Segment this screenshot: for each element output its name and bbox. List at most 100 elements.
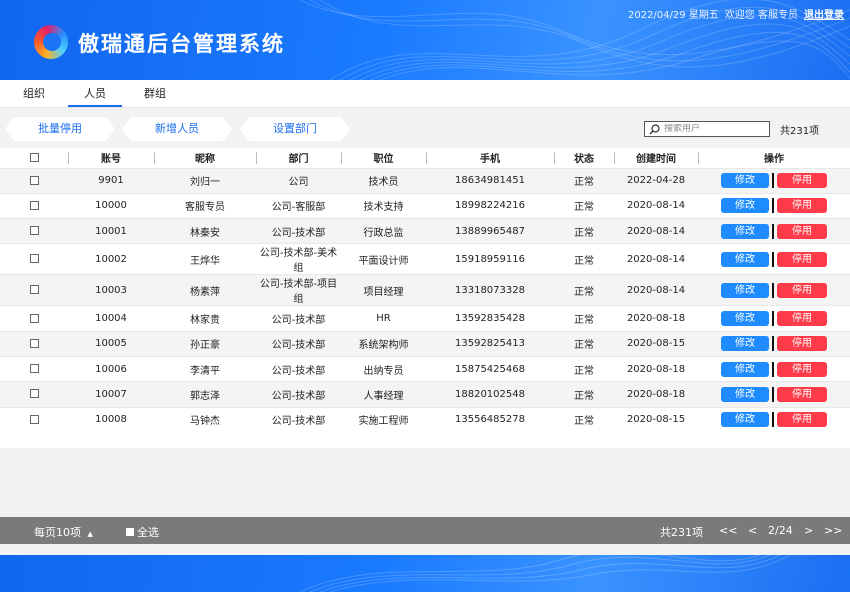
cell-position: 人事经理 <box>341 381 426 408</box>
disable-button[interactable]: 停用 <box>777 386 827 402</box>
row-checkbox[interactable] <box>29 285 39 295</box>
add-person-button[interactable]: 新增人员 <box>122 117 232 141</box>
footer-band <box>0 555 850 592</box>
cell-position: 技术员 <box>341 167 426 194</box>
table-row: 10001 林秦安 公司-技术部 行政总监 13889965487 正常 2020-08-1… <box>0 218 850 244</box>
set-department-button[interactable]: 设置部门 <box>240 117 350 141</box>
search-input[interactable] <box>664 124 764 134</box>
disable-button[interactable]: 停用 <box>777 361 827 377</box>
edit-button[interactable]: 修改 <box>721 173 769 189</box>
cell-position: 实施工程师 <box>341 406 426 433</box>
action-separator <box>772 198 774 214</box>
row-checkbox[interactable] <box>29 338 39 348</box>
app-header: 傲瑞通后台管理系统 2022/04/29 星期五 欢迎您 客服专员 退出登录 <box>0 0 850 80</box>
action-separator <box>772 223 774 239</box>
row-checkbox[interactable] <box>29 226 39 236</box>
cell-phone: 13592835428 <box>426 305 554 332</box>
user-table-container: 账号 昵称 部门 职位 手机 状态 创建时间 操作 9901 刘归一 公司 技术员 18… <box>0 148 850 448</box>
disable-button[interactable]: 停用 <box>777 173 827 189</box>
prev-page-button[interactable]: < <box>748 524 757 537</box>
edit-button[interactable]: 修改 <box>721 282 769 298</box>
row-actions: 修改 停用 <box>698 361 850 377</box>
edit-button[interactable]: 修改 <box>721 386 769 402</box>
row-actions: 修改 停用 <box>698 282 850 298</box>
action-separator <box>772 336 774 352</box>
cell-actions: 修改 停用 <box>698 167 850 194</box>
edit-button[interactable]: 修改 <box>721 311 769 327</box>
cell-department: 公司-客服部 <box>256 192 341 219</box>
action-separator <box>772 361 774 377</box>
cell-account: 10001 <box>68 218 154 244</box>
row-checkbox[interactable] <box>29 175 39 185</box>
next-page-button[interactable]: > <box>804 524 813 537</box>
tab-personnel[interactable]: 人员 <box>68 80 122 107</box>
cell-position: 项目经理 <box>341 274 426 306</box>
select-all-toggle[interactable]: 全选 <box>126 524 159 540</box>
edit-button[interactable]: 修改 <box>721 251 769 267</box>
cell-nickname: 客服专员 <box>154 192 256 219</box>
row-checkbox[interactable] <box>29 254 39 264</box>
disable-button[interactable]: 停用 <box>777 311 827 327</box>
cell-actions: 修改 停用 <box>698 381 850 408</box>
search-box[interactable] <box>644 121 770 137</box>
cell-actions: 修改 停用 <box>698 243 850 275</box>
row-checkbox[interactable] <box>29 364 39 374</box>
cell-account: 10004 <box>68 305 154 332</box>
tab-organization[interactable]: 组织 <box>14 80 54 107</box>
table-row: 9901 刘归一 公司 技术员 18634981451 正常 2022-04-28 修改 停用 <box>0 167 850 194</box>
cell-department: 公司-技术部 <box>256 355 341 382</box>
cell-select <box>0 305 68 332</box>
row-checkbox[interactable] <box>29 313 39 323</box>
cell-select <box>0 218 68 244</box>
cell-actions: 修改 停用 <box>698 330 850 357</box>
current-date: 2022/04/29 星期五 <box>627 10 719 21</box>
disable-button[interactable]: 停用 <box>777 223 827 239</box>
column-header: 部门 <box>256 148 341 168</box>
cell-position: 系统架构师 <box>341 330 426 357</box>
cell-actions: 修改 停用 <box>698 355 850 382</box>
table-row: 10006 李清平 公司-技术部 出纳专员 15875425468 正常 2020-08-1… <box>0 355 850 382</box>
disable-button[interactable]: 停用 <box>777 412 827 428</box>
cell-status: 正常 <box>554 330 614 357</box>
cell-department: 公司-技术部 <box>256 381 341 408</box>
row-checkbox[interactable] <box>29 389 39 399</box>
cell-account: 10005 <box>68 330 154 357</box>
top-info-bar: 2022/04/29 星期五 欢迎您 客服专员 退出登录 <box>628 6 844 21</box>
per-page-select[interactable]: 每页10项 ▲ <box>34 524 93 540</box>
disable-button[interactable]: 停用 <box>777 251 827 267</box>
pagination-bar: 每页10项 ▲ 全选 共231项 << < 2/24 > >> <box>0 517 850 544</box>
edit-button[interactable]: 修改 <box>721 361 769 377</box>
row-checkbox[interactable] <box>29 200 39 210</box>
column-header: 创建时间 <box>614 148 698 168</box>
first-page-button[interactable]: << <box>719 524 737 537</box>
disable-button[interactable]: 停用 <box>777 282 827 298</box>
select-all-checkbox[interactable] <box>29 152 39 162</box>
column-header: 职位 <box>341 148 426 168</box>
row-actions: 修改 停用 <box>698 223 850 239</box>
row-actions: 修改 停用 <box>698 251 850 267</box>
cell-department: 公司-技术部-项目组 <box>256 274 341 306</box>
caret-up-icon: ▲ <box>87 530 93 538</box>
cell-account: 9901 <box>68 167 154 194</box>
cell-actions: 修改 停用 <box>698 274 850 306</box>
disable-button[interactable]: 停用 <box>777 198 827 214</box>
cell-nickname: 林家贵 <box>154 305 256 332</box>
select-all-square-icon <box>126 528 134 536</box>
disable-button[interactable]: 停用 <box>777 336 827 352</box>
tab-groups[interactable]: 群组 <box>136 80 174 107</box>
row-checkbox[interactable] <box>29 414 39 424</box>
edit-button[interactable]: 修改 <box>721 336 769 352</box>
cell-select <box>0 167 68 194</box>
header-select-all[interactable] <box>0 148 68 168</box>
edit-button[interactable]: 修改 <box>721 223 769 239</box>
edit-button[interactable]: 修改 <box>721 412 769 428</box>
last-page-button[interactable]: >> <box>824 524 842 537</box>
batch-disable-button[interactable]: 批量停用 <box>5 117 115 141</box>
row-actions: 修改 停用 <box>698 311 850 327</box>
cell-select <box>0 192 68 219</box>
cell-created-time: 2020-08-14 <box>614 192 698 219</box>
edit-button[interactable]: 修改 <box>721 198 769 214</box>
logout-link[interactable]: 退出登录 <box>804 6 844 21</box>
table-row: 10008 马钟杰 公司-技术部 实施工程师 13556485278 正常 2020-08-… <box>0 406 850 433</box>
cell-phone: 15875425468 <box>426 355 554 382</box>
